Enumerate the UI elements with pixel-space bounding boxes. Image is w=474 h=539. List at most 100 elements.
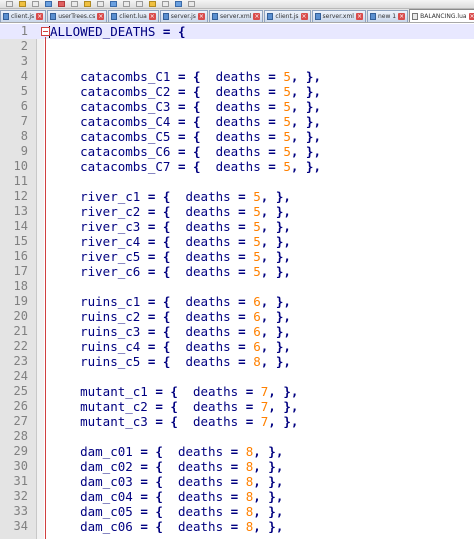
code-line[interactable]: 34 dam_c06 = { deaths = 8, }, — [0, 519, 474, 534]
code-token: ruins_c1 — [50, 294, 148, 309]
code-line[interactable]: 3 — [0, 54, 474, 69]
code-line[interactable]: 26 mutant_c2 = { deaths = 7, }, — [0, 399, 474, 414]
code-line[interactable]: 7 catacombs_C4 = { deaths = 5, }, — [0, 114, 474, 129]
code-token: ALLOWED_DEATHS — [50, 24, 163, 39]
zoom-out-icon[interactable] — [188, 1, 195, 7]
code-line[interactable]: 10 catacombs_C7 = { deaths = 5, }, — [0, 159, 474, 174]
line-number: 32 — [13, 489, 28, 503]
code-line[interactable]: 27 mutant_c3 = { deaths = 7, }, — [0, 414, 474, 429]
code-token: 5 — [283, 69, 291, 84]
line-number: 31 — [13, 474, 28, 488]
tab-3[interactable]: server.js × — [159, 10, 208, 22]
code-line[interactable]: 2 — [0, 39, 474, 54]
zoom-in-icon[interactable] — [175, 1, 182, 7]
code-line[interactable]: 12 river_c1 = { deaths = 5, }, — [0, 189, 474, 204]
code-line[interactable]: 6 catacombs_C3 = { deaths = 5, }, — [0, 99, 474, 114]
code-line[interactable]: 13 river_c2 = { deaths = 5, }, — [0, 204, 474, 219]
code-token: }, — [275, 219, 291, 234]
close-tab-icon[interactable]: × — [197, 13, 205, 20]
code-token: deaths — [200, 159, 269, 174]
code-line[interactable]: 19 ruins_c1 = { deaths = 6, }, — [0, 294, 474, 309]
code-line[interactable]: 22 ruins_c4 = { deaths = 6, }, — [0, 339, 474, 354]
save-icon[interactable] — [32, 1, 39, 7]
cut-icon[interactable] — [84, 1, 91, 7]
code-line[interactable]: 11 — [0, 174, 474, 189]
code-text: catacombs_C1 = { deaths = 5, }, — [50, 69, 321, 84]
code-line[interactable]: 5 catacombs_C2 = { deaths = 5, }, — [0, 84, 474, 99]
code-line[interactable]: 31 dam_c03 = { deaths = 8, }, — [0, 474, 474, 489]
fold-collapse-icon[interactable] — [41, 27, 50, 36]
code-line[interactable]: 24 — [0, 369, 474, 384]
file-icon — [111, 13, 118, 20]
code-line[interactable]: 30 dam_c02 = { deaths = 8, }, — [0, 459, 474, 474]
code-token: { — [193, 144, 201, 159]
code-line[interactable]: 15 river_c4 = { deaths = 5, }, — [0, 234, 474, 249]
code-line[interactable]: 17 river_c6 = { deaths = 5, }, — [0, 264, 474, 279]
close-tab-icon[interactable]: × — [355, 13, 363, 20]
code-line[interactable]: 25 mutant_c1 = { deaths = 7, }, — [0, 384, 474, 399]
code-editor[interactable]: 1 ALLOWED_DEATHS = {2 3 4 catacombs_C1 = { … — [0, 24, 474, 539]
code-line[interactable]: 4 catacombs_C1 = { deaths = 5, }, — [0, 69, 474, 84]
code-line[interactable]: 8 catacombs_C5 = { deaths = 5, }, — [0, 129, 474, 144]
code-token: }, — [268, 444, 284, 459]
tab-6[interactable]: server.xml × — [311, 10, 366, 22]
code-token: }, — [275, 204, 291, 219]
tab-8[interactable]: BALANCING.lua× — [409, 9, 474, 22]
code-token: = — [140, 459, 148, 474]
tab-2[interactable]: client.lua × — [108, 10, 159, 22]
code-line[interactable]: 29 dam_c01 = { deaths = 8, }, — [0, 444, 474, 459]
close-tab-icon[interactable]: × — [97, 13, 105, 20]
code-token: = — [238, 309, 246, 324]
code-token: dam_c06 — [50, 519, 141, 534]
code-line[interactable]: 9 catacombs_C6 = { deaths = 5, }, — [0, 144, 474, 159]
undo-icon[interactable] — [123, 1, 130, 7]
tab-4[interactable]: server.xml × — [208, 10, 264, 22]
paste-icon[interactable] — [110, 1, 117, 7]
code-token: catacombs_C6 — [50, 144, 178, 159]
save-all-icon[interactable] — [45, 1, 52, 7]
line-number: 22 — [13, 339, 28, 353]
tab-0[interactable]: client.js × — [0, 10, 47, 22]
tab-5[interactable]: client.js × — [264, 10, 311, 22]
code-line[interactable]: 33 dam_c05 = { deaths = 8, }, — [0, 504, 474, 519]
code-text: catacombs_C5 = { deaths = 5, }, — [50, 129, 321, 144]
close-tab-icon[interactable]: × — [36, 13, 44, 20]
new-icon[interactable] — [6, 1, 13, 7]
code-token: }, — [275, 354, 291, 369]
close-tab-icon[interactable]: × — [398, 13, 406, 20]
code-text: catacombs_C4 = { deaths = 5, }, — [50, 114, 321, 129]
code-token: { — [193, 84, 201, 99]
tab-7[interactable]: new 1 × — [366, 10, 409, 22]
code-line[interactable]: 23 ruins_c5 = { deaths = 8, }, — [0, 354, 474, 369]
code-line[interactable]: 18 — [0, 279, 474, 294]
redo-icon[interactable] — [136, 1, 143, 7]
find-icon[interactable] — [149, 1, 156, 7]
tab-1[interactable]: userTrees.cs × — [47, 10, 108, 22]
close-icon[interactable] — [58, 1, 65, 7]
code-line[interactable]: 14 river_c3 = { deaths = 5, }, — [0, 219, 474, 234]
file-icon — [50, 13, 57, 20]
tab-label: server.xml — [322, 13, 354, 20]
close-tab-icon[interactable]: × — [300, 13, 308, 20]
code-line[interactable]: 21 ruins_c3 = { deaths = 6, }, — [0, 324, 474, 339]
code-line[interactable]: 20 ruins_c2 = { deaths = 6, }, — [0, 309, 474, 324]
close-tab-icon[interactable]: × — [253, 13, 261, 20]
code-token: { — [155, 444, 163, 459]
code-line[interactable]: 28 — [0, 429, 474, 444]
open-icon[interactable] — [19, 1, 26, 7]
copy-icon[interactable] — [97, 1, 104, 7]
print-icon[interactable] — [71, 1, 78, 7]
replace-icon[interactable] — [162, 1, 169, 7]
close-tab-icon[interactable]: × — [148, 13, 156, 20]
code-line[interactable]: 1 ALLOWED_DEATHS = { — [0, 24, 474, 39]
code-token: deaths — [177, 384, 246, 399]
code-token: 5 — [253, 189, 261, 204]
code-line[interactable]: 32 dam_c04 = { deaths = 8, }, — [0, 489, 474, 504]
close-tab-icon[interactable]: × — [468, 12, 474, 20]
code-line[interactable]: 16 river_c5 = { deaths = 5, }, — [0, 249, 474, 264]
